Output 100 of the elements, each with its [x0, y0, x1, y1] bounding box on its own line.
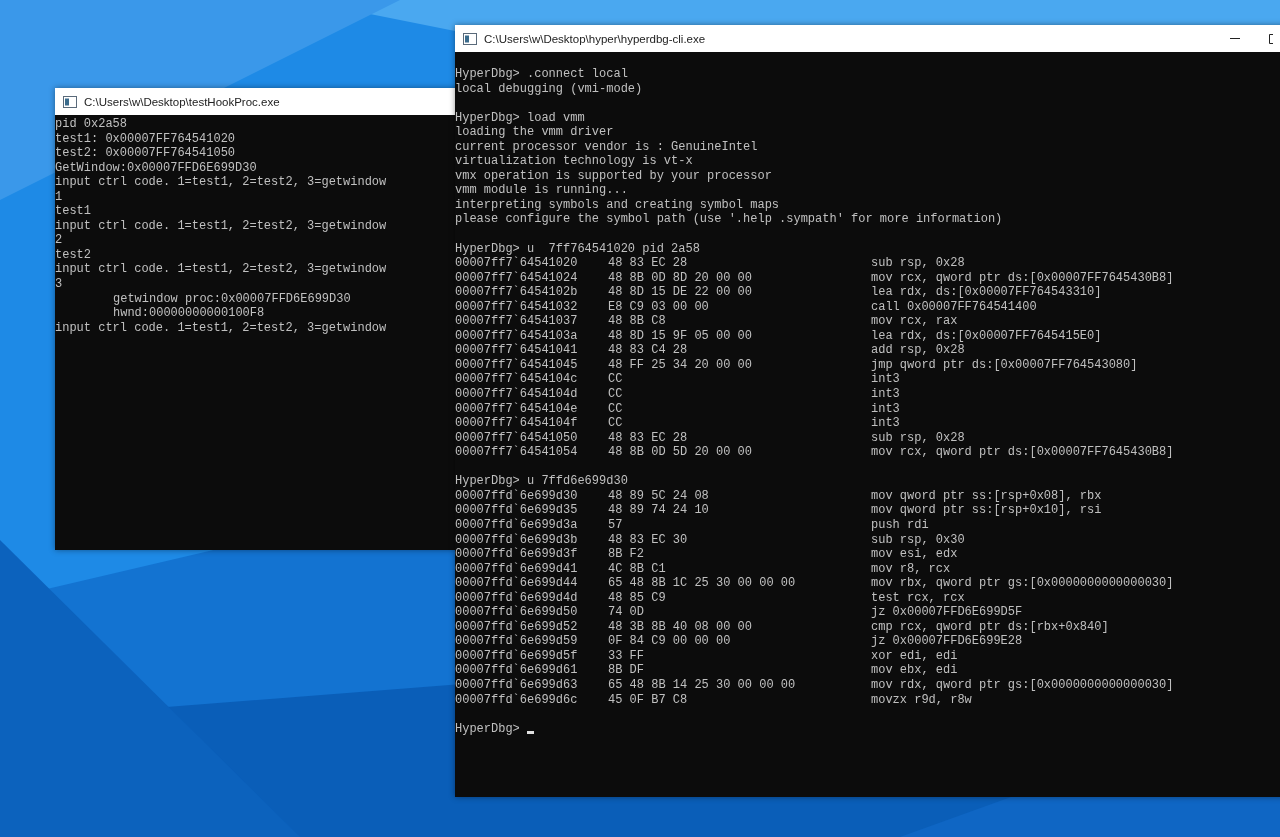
console-line: pid 0x2a58 [55, 117, 127, 132]
console-line: 3 [55, 277, 63, 292]
console-line: test1 [55, 204, 91, 219]
console-line: HyperDbg> .connect local [455, 67, 628, 82]
address: 00007ff7`6454104c [455, 372, 579, 387]
opcode-bytes: 48 FF 25 34 20 00 00 [608, 357, 754, 373]
instruction: jmp qword ptr ds:[0x00007FF764543080] [871, 357, 1138, 373]
opcode-bytes: CC [608, 372, 624, 388]
console-line: current processor vendor is : GenuineIntel [455, 139, 758, 155]
address: 00007ffd`6e699d63 [455, 677, 579, 693]
opcode-bytes: CC [608, 401, 624, 417]
console-line: loading the vmm driver [455, 125, 614, 140]
window-title: C:\Users\w\Desktop\hyper\hyperdbg-cli.exe [484, 32, 706, 45]
address: 00007ff7`64541054 [455, 445, 579, 460]
instruction: mov r8, rcx [871, 561, 951, 577]
instruction: mov esi, edx [871, 547, 958, 562]
opcode-bytes: 45 0F B7 C8 [608, 692, 689, 708]
console-line: please configure the symbol path (use '.help .sympath' for more information) [455, 212, 1003, 227]
console-icon [463, 32, 477, 45]
address: 00007ffd`6e699d41 [455, 561, 579, 576]
instruction: push rdi [871, 517, 929, 533]
console-line: vmm module is running... [455, 183, 628, 198]
instruction: int3 [871, 416, 900, 431]
opcode-bytes: 48 83 EC 30 [608, 532, 689, 548]
instruction: lea rdx, ds:[0x00007FF764543310] [871, 285, 1102, 300]
instruction: int3 [871, 372, 900, 388]
console-line: local debugging (vmi-mode) [455, 81, 643, 97]
opcode-bytes: 74 0D [608, 605, 645, 620]
opcode-bytes: 48 85 C9 [608, 590, 667, 606]
opcode-bytes: 48 89 74 24 10 [608, 503, 710, 518]
instruction: int3 [871, 387, 900, 402]
address: 00007ff7`64541041 [455, 343, 579, 358]
instruction: mov qword ptr ss:[rsp+0x10], rsi [871, 503, 1102, 518]
address: 00007ff7`64541050 [455, 430, 579, 445]
address: 00007ff7`6454104e [455, 401, 579, 416]
opcode-bytes: 65 48 8B 14 25 30 00 00 00 [608, 677, 797, 693]
console-line: 1 [55, 189, 63, 205]
console-icon [63, 95, 77, 108]
opcode-bytes: 48 83 EC 28 [608, 430, 689, 446]
address: 00007ff7`64541020 [455, 256, 579, 271]
address: 00007ff7`6454103a [455, 328, 579, 343]
console-line: test2: 0x00007FF764541050 [55, 146, 236, 161]
console-line: HyperDbg> load vmm [455, 110, 585, 126]
address: 00007ffd`6e699d5f [455, 648, 579, 663]
instruction: jz 0x00007FFD6E699D5F [871, 605, 1023, 620]
address: 00007ffd`6e699d3a [455, 517, 579, 533]
address: 00007ffd`6e699d3b [455, 532, 579, 547]
console-line: interpreting symbols and creating symbol maps [455, 197, 780, 213]
opcode-bytes: 8B DF [608, 663, 645, 678]
address: 00007ff7`64541032 [455, 299, 579, 314]
address: 00007ffd`6e699d30 [455, 488, 579, 503]
address: 00007ffd`6e699d59 [455, 634, 579, 649]
address: 00007ffd`6e699d50 [455, 605, 579, 620]
opcode-bytes: 48 89 5C 24 08 [608, 488, 710, 504]
command-line: HyperDbg> u 7ff764541020 pid 2a58 [455, 241, 700, 256]
instruction: lea rdx, ds:[0x00007FF7645415E0] [871, 328, 1102, 344]
opcode-bytes: 48 8B C8 [608, 314, 667, 329]
console-line: getwindow proc:0x00007FFD6E699D30 [113, 291, 351, 307]
address: 00007ff7`6454104f [455, 416, 579, 431]
opcode-bytes: CC [608, 416, 624, 431]
opcode-bytes: 8B F2 [608, 547, 645, 562]
instruction: mov rcx, qword ptr ds:[0x00007FF7645430B8] [871, 270, 1174, 286]
opcode-bytes: 48 8B 0D 5D 20 00 00 [608, 445, 754, 460]
address: 00007ffd`6e699d35 [455, 503, 579, 518]
console-line: input ctrl code. 1=test1, 2=test2, 3=getwindow [55, 320, 387, 336]
console-line: input ctrl code. 1=test1, 2=test2, 3=getwindow [55, 175, 387, 190]
instruction: movzx r9d, r8w [871, 692, 972, 708]
opcode-bytes: E8 C9 03 00 00 [608, 299, 710, 315]
command-prompt: HyperDbg> [455, 721, 520, 737]
opcode-bytes: 65 48 8B 1C 25 30 00 00 00 [608, 576, 797, 591]
address: 00007ff7`6454104d [455, 387, 579, 402]
instruction: mov rcx, rax [871, 314, 958, 329]
console-line: vmx operation is supported by your processor [455, 168, 772, 184]
instruction: sub rsp, 0x28 [871, 256, 965, 271]
instruction: test rcx, rcx [871, 590, 965, 606]
address: 00007ff7`64541037 [455, 314, 579, 329]
instruction: mov rdx, qword ptr gs:[0x0000000000000030] [871, 677, 1174, 693]
address: 00007ffd`6e699d44 [455, 576, 579, 591]
address: 00007ffd`6e699d61 [455, 663, 579, 678]
opcode-bytes: 33 FF [608, 648, 645, 664]
opcode-bytes: 48 8B 0D 8D 20 00 00 [608, 270, 754, 286]
opcode-bytes: 4C 8B C1 [608, 561, 667, 577]
instruction: mov rcx, qword ptr ds:[0x00007FF7645430B8] [871, 445, 1174, 460]
opcode-bytes: 57 [608, 517, 624, 533]
console-line: test2 [55, 247, 91, 263]
maximize-icon[interactable] [1269, 33, 1273, 44]
opcode-bytes: CC [608, 387, 624, 402]
opcode-bytes: 0F 84 C9 00 00 00 [608, 634, 732, 649]
instruction: call 0x00007FF764541400 [871, 299, 1037, 315]
opcode-bytes: 48 3B 8B 40 08 00 00 [608, 619, 754, 635]
window-title: C:\Users\w\Desktop\testHookProc.exe [84, 95, 280, 108]
instruction: mov ebx, edi [871, 663, 958, 678]
address: 00007ffd`6e699d3f [455, 547, 579, 562]
console-line: 2 [55, 233, 63, 248]
address: 00007ffd`6e699d52 [455, 619, 579, 634]
console-line: input ctrl code. 1=test1, 2=test2, 3=getwindow [55, 262, 387, 277]
instruction: cmp rcx, qword ptr ds:[rbx+0x840] [871, 619, 1109, 635]
instruction: xor edi, edi [871, 648, 958, 664]
instruction: sub rsp, 0x28 [871, 430, 965, 446]
console-line: test1: 0x00007FF764541020 [55, 131, 236, 147]
